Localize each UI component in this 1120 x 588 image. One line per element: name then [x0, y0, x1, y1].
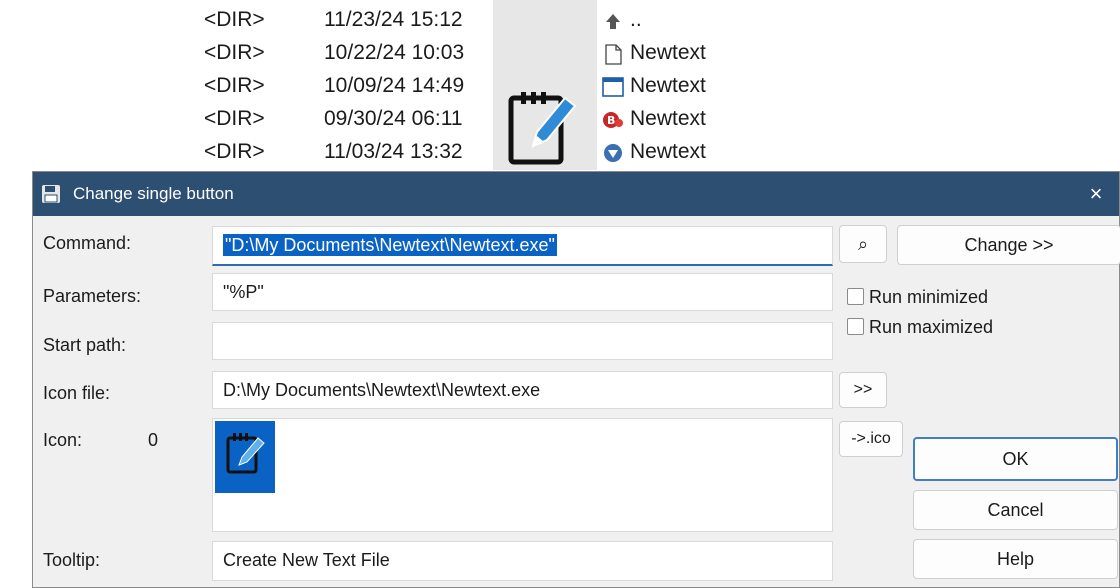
file-list-row[interactable]: <DIR> 10/22/24 10:03 Newtext — [0, 37, 760, 70]
change-button[interactable]: Change >> — [897, 225, 1120, 265]
file-date: 10/09/24 14:49 — [324, 74, 465, 97]
notepad-pen-icon — [226, 433, 265, 474]
run-minimized-label[interactable]: Run minimized — [869, 287, 988, 308]
cancel-button[interactable]: Cancel — [913, 490, 1118, 530]
change-single-button-dialog: Change single button × Command: Paramete… — [32, 171, 1120, 588]
file-date: 11/23/24 15:12 — [324, 8, 463, 31]
file-list-row[interactable]: <DIR> 10/09/24 14:49 Newtext — [0, 70, 760, 103]
file-name: Newtext — [630, 107, 706, 130]
parameters-label: Parameters: — [43, 286, 142, 306]
run-minimized-checkbox[interactable] — [847, 288, 864, 305]
svg-text:B: B — [607, 114, 615, 127]
file-name: Newtext — [630, 140, 706, 163]
dialog-titlebar[interactable]: Change single button × — [33, 172, 1119, 216]
browse-command-button[interactable]: ⌕ — [839, 225, 887, 263]
file-type: <DIR> — [204, 41, 265, 64]
file-name: Newtext — [630, 74, 706, 97]
file-name: .. — [630, 8, 642, 31]
file-date: 09/30/24 06:11 — [324, 107, 463, 130]
icon-file-label: Icon file: — [43, 383, 111, 403]
file-list-row[interactable]: <DIR> 09/30/24 06:11 B Newtext — [0, 103, 760, 136]
file-list-row[interactable]: <DIR> 11/03/24 13:32 Newtext — [0, 136, 760, 169]
icon-file-input[interactable]: D:\My Documents\Newtext\Newtext.exe — [212, 371, 833, 409]
icon-list-item-selected[interactable] — [215, 421, 275, 493]
run-maximized-checkbox[interactable] — [847, 318, 864, 335]
blank-page-icon — [605, 44, 622, 65]
start-path-label: Start path: — [43, 335, 127, 355]
file-type: <DIR> — [204, 74, 265, 97]
help-button[interactable]: Help — [913, 539, 1118, 579]
start-path-input[interactable] — [212, 322, 833, 360]
file-date: 10/22/24 10:03 — [324, 41, 465, 64]
file-date: 11/03/24 13:32 — [324, 140, 463, 163]
blue-shield-icon — [604, 144, 622, 162]
file-type: <DIR> — [204, 8, 265, 31]
up-folder-icon — [606, 14, 620, 29]
file-type: <DIR> — [204, 140, 265, 163]
icon-list[interactable] — [212, 418, 833, 532]
red-badge-icon: B — [603, 112, 623, 128]
search-icon: ⌕ — [857, 234, 869, 254]
command-input-selection: "D:\My Documents\Newtext\Newtext.exe" — [223, 234, 557, 256]
tooltip-input[interactable]: Create New Text File — [212, 541, 833, 581]
tooltip-label: Tooltip: — [43, 550, 101, 570]
run-maximized-label[interactable]: Run maximized — [869, 317, 993, 338]
floppy-disk-icon — [42, 185, 60, 203]
command-input[interactable]: "D:\My Documents\Newtext\Newtext.exe" — [212, 226, 833, 266]
window-icon — [602, 77, 624, 97]
file-name: Newtext — [630, 41, 706, 64]
parameters-input[interactable]: "%P" — [212, 273, 833, 311]
file-list-row[interactable]: <DIR> 11/23/24 15:12 .. — [0, 4, 760, 37]
icon-index: 0 — [148, 430, 159, 450]
convert-to-ico-button[interactable]: ->.ico — [839, 421, 903, 457]
ok-button[interactable]: OK — [913, 437, 1118, 481]
dialog-title: Change single button — [73, 184, 234, 203]
file-type: <DIR> — [204, 107, 265, 130]
close-button[interactable]: × — [1073, 172, 1119, 216]
icon-file-browse-button[interactable]: >> — [839, 372, 887, 408]
command-label: Command: — [43, 233, 132, 253]
icon-label: Icon: — [43, 430, 83, 450]
